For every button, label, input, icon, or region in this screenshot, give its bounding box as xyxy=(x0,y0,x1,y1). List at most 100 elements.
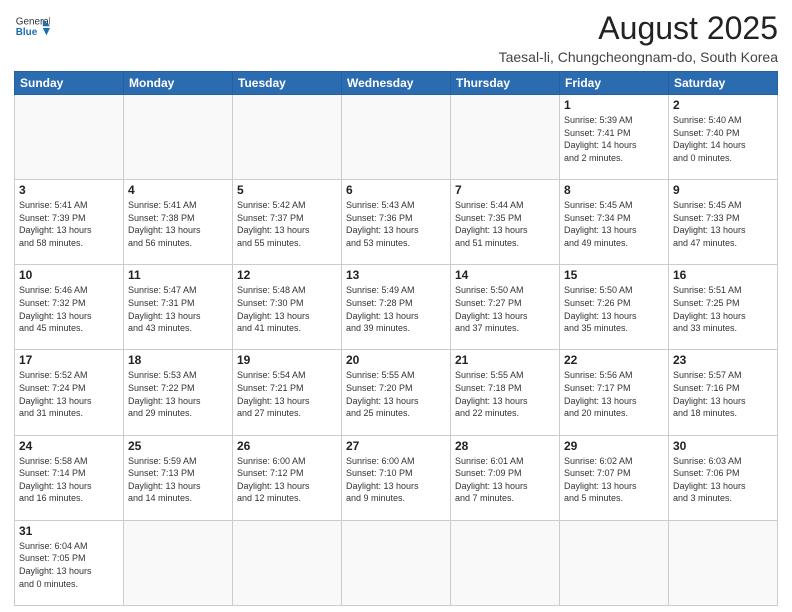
calendar-cell: 27 Sunrise: 6:00 AMSunset: 7:10 PMDayligh… xyxy=(342,435,451,520)
calendar-cell: 7Sunrise: 5:44 AMSunset: 7:35 PMDaylight… xyxy=(451,180,560,265)
day-info: Sunrise: 5:44 AMSunset: 7:35 PMDaylight:… xyxy=(455,199,555,249)
calendar-cell xyxy=(233,95,342,180)
day-number: 10 xyxy=(19,268,119,282)
page-subtitle: Taesal-li, Chungcheongnam-do, South Kore… xyxy=(499,49,778,65)
day-number: 31 xyxy=(19,524,119,538)
day-number: 5 xyxy=(237,183,337,197)
col-tuesday: Tuesday xyxy=(233,72,342,95)
col-friday: Friday xyxy=(560,72,669,95)
day-info: Sunrise: 6:00 AMSunset: 7:12 PMDaylight:… xyxy=(237,455,337,505)
calendar-cell xyxy=(342,95,451,180)
day-info: Sunrise: 5:51 AMSunset: 7:25 PMDaylight:… xyxy=(673,284,773,334)
day-info: Sunrise: 5:47 AMSunset: 7:31 PMDaylight:… xyxy=(128,284,228,334)
calendar-header-row: Sunday Monday Tuesday Wednesday Thursday… xyxy=(15,72,778,95)
calendar-cell: 19 Sunrise: 5:54 AMSunset: 7:21 PMDayligh… xyxy=(233,350,342,435)
calendar-cell: 6 Sunrise: 5:43 AMSunset: 7:36 PMDaylight… xyxy=(342,180,451,265)
day-number: 3 xyxy=(19,183,119,197)
day-info: Sunrise: 5:53 AMSunset: 7:22 PMDaylight:… xyxy=(128,369,228,419)
day-info: Sunrise: 6:00 AMSunset: 7:10 PMDaylight:… xyxy=(346,455,446,505)
day-info: Sunrise: 6:02 AMSunset: 7:07 PMDaylight:… xyxy=(564,455,664,505)
day-number: 14 xyxy=(455,268,555,282)
day-info: Sunrise: 5:40 AMSunset: 7:40 PMDaylight:… xyxy=(673,114,773,164)
day-number: 9 xyxy=(673,183,773,197)
day-number: 4 xyxy=(128,183,228,197)
day-info: Sunrise: 5:50 AMSunset: 7:26 PMDaylight:… xyxy=(564,284,664,334)
calendar-cell: 2 Sunrise: 5:40 AMSunset: 7:40 PMDaylight… xyxy=(669,95,778,180)
calendar-cell: 18Sunrise: 5:53 AMSunset: 7:22 PMDayligh… xyxy=(124,350,233,435)
day-info: Sunrise: 5:41 AMSunset: 7:39 PMDaylight:… xyxy=(19,199,119,249)
calendar-cell xyxy=(451,95,560,180)
day-info: Sunrise: 5:58 AMSunset: 7:14 PMDaylight:… xyxy=(19,455,119,505)
calendar-cell xyxy=(560,520,669,605)
col-wednesday: Wednesday xyxy=(342,72,451,95)
day-info: Sunrise: 5:48 AMSunset: 7:30 PMDaylight:… xyxy=(237,284,337,334)
day-info: Sunrise: 5:56 AMSunset: 7:17 PMDaylight:… xyxy=(564,369,664,419)
day-number: 27 xyxy=(346,439,446,453)
day-info: Sunrise: 5:52 AMSunset: 7:24 PMDaylight:… xyxy=(19,369,119,419)
day-info: Sunrise: 5:55 AMSunset: 7:18 PMDaylight:… xyxy=(455,369,555,419)
calendar-cell: 25 Sunrise: 5:59 AMSunset: 7:13 PMDayligh… xyxy=(124,435,233,520)
day-number: 17 xyxy=(19,353,119,367)
calendar-cell: 1Sunrise: 5:39 AMSunset: 7:41 PMDaylight… xyxy=(560,95,669,180)
col-monday: Monday xyxy=(124,72,233,95)
calendar-cell: 24 Sunrise: 5:58 AMSunset: 7:14 PMDayligh… xyxy=(15,435,124,520)
day-info: Sunrise: 5:45 AMSunset: 7:33 PMDaylight:… xyxy=(673,199,773,249)
page-title: August 2025 xyxy=(499,10,778,47)
day-info: Sunrise: 6:04 AMSunset: 7:05 PMDaylight:… xyxy=(19,540,119,590)
day-number: 2 xyxy=(673,98,773,112)
svg-text:Blue: Blue xyxy=(16,27,38,38)
day-number: 25 xyxy=(128,439,228,453)
day-number: 21 xyxy=(455,353,555,367)
calendar-cell: 30 Sunrise: 6:03 AMSunset: 7:06 PMDayligh… xyxy=(669,435,778,520)
calendar-cell: 5 Sunrise: 5:42 AMSunset: 7:37 PMDaylight… xyxy=(233,180,342,265)
day-number: 12 xyxy=(237,268,337,282)
generalblue-logo-icon: General Blue xyxy=(14,10,50,46)
calendar-cell: 26Sunrise: 6:00 AMSunset: 7:12 PMDayligh… xyxy=(233,435,342,520)
day-info: Sunrise: 5:46 AMSunset: 7:32 PMDaylight:… xyxy=(19,284,119,334)
calendar-cell: 4 Sunrise: 5:41 AMSunset: 7:38 PMDaylight… xyxy=(124,180,233,265)
day-info: Sunrise: 5:41 AMSunset: 7:38 PMDaylight:… xyxy=(128,199,228,249)
calendar-cell: 15 Sunrise: 5:50 AMSunset: 7:26 PMDayligh… xyxy=(560,265,669,350)
calendar-cell xyxy=(15,95,124,180)
title-block: August 2025 Taesal-li, Chungcheongnam-do… xyxy=(499,10,778,65)
day-info: Sunrise: 5:42 AMSunset: 7:37 PMDaylight:… xyxy=(237,199,337,249)
calendar-cell: 9 Sunrise: 5:45 AMSunset: 7:33 PMDaylight… xyxy=(669,180,778,265)
col-saturday: Saturday xyxy=(669,72,778,95)
page: General Blue August 2025 Taesal-li, Chun… xyxy=(0,0,792,612)
calendar-cell: 28Sunrise: 6:01 AMSunset: 7:09 PMDayligh… xyxy=(451,435,560,520)
day-info: Sunrise: 5:57 AMSunset: 7:16 PMDaylight:… xyxy=(673,369,773,419)
calendar-cell: 21 Sunrise: 5:55 AMSunset: 7:18 PMDayligh… xyxy=(451,350,560,435)
day-number: 16 xyxy=(673,268,773,282)
calendar-cell xyxy=(233,520,342,605)
day-info: Sunrise: 5:49 AMSunset: 7:28 PMDaylight:… xyxy=(346,284,446,334)
col-thursday: Thursday xyxy=(451,72,560,95)
calendar-cell: 20Sunrise: 5:55 AMSunset: 7:20 PMDayligh… xyxy=(342,350,451,435)
day-info: Sunrise: 5:45 AMSunset: 7:34 PMDaylight:… xyxy=(564,199,664,249)
day-info: Sunrise: 6:01 AMSunset: 7:09 PMDaylight:… xyxy=(455,455,555,505)
day-number: 13 xyxy=(346,268,446,282)
day-info: Sunrise: 5:59 AMSunset: 7:13 PMDaylight:… xyxy=(128,455,228,505)
day-info: Sunrise: 5:50 AMSunset: 7:27 PMDaylight:… xyxy=(455,284,555,334)
day-info: Sunrise: 5:39 AMSunset: 7:41 PMDaylight:… xyxy=(564,114,664,164)
day-info: Sunrise: 5:54 AMSunset: 7:21 PMDaylight:… xyxy=(237,369,337,419)
calendar-cell xyxy=(669,520,778,605)
calendar-cell: 29Sunrise: 6:02 AMSunset: 7:07 PMDayligh… xyxy=(560,435,669,520)
day-number: 8 xyxy=(564,183,664,197)
calendar-cell: 3 Sunrise: 5:41 AMSunset: 7:39 PMDaylight… xyxy=(15,180,124,265)
col-sunday: Sunday xyxy=(15,72,124,95)
day-number: 15 xyxy=(564,268,664,282)
day-number: 6 xyxy=(346,183,446,197)
day-number: 30 xyxy=(673,439,773,453)
calendar-cell xyxy=(342,520,451,605)
calendar-cell: 12 Sunrise: 5:48 AMSunset: 7:30 PMDayligh… xyxy=(233,265,342,350)
calendar-cell: 17 Sunrise: 5:52 AMSunset: 7:24 PMDayligh… xyxy=(15,350,124,435)
day-number: 19 xyxy=(237,353,337,367)
header: General Blue August 2025 Taesal-li, Chun… xyxy=(14,10,778,65)
calendar-cell: 14 Sunrise: 5:50 AMSunset: 7:27 PMDayligh… xyxy=(451,265,560,350)
calendar-cell: 13 Sunrise: 5:49 AMSunset: 7:28 PMDayligh… xyxy=(342,265,451,350)
day-number: 24 xyxy=(19,439,119,453)
calendar-cell xyxy=(451,520,560,605)
day-info: Sunrise: 5:43 AMSunset: 7:36 PMDaylight:… xyxy=(346,199,446,249)
day-info: Sunrise: 6:03 AMSunset: 7:06 PMDaylight:… xyxy=(673,455,773,505)
logo: General Blue xyxy=(14,10,50,46)
